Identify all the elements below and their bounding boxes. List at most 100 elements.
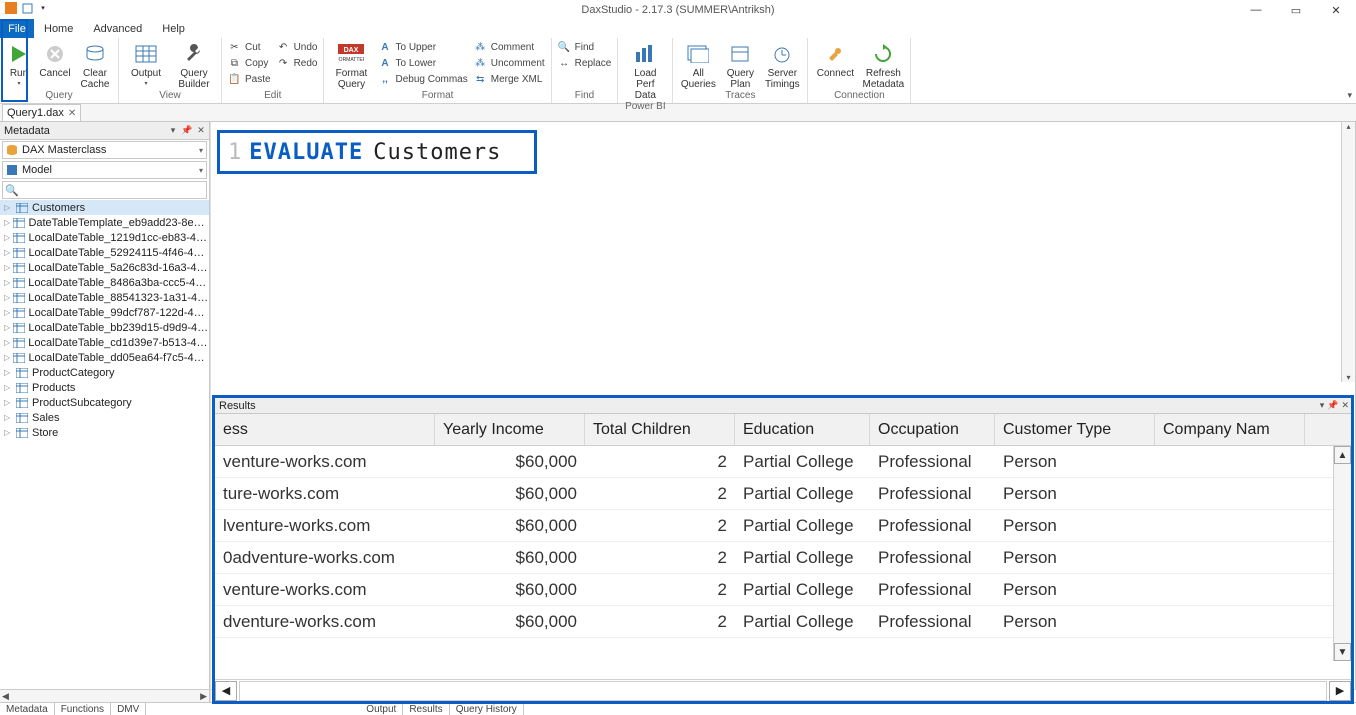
undo-button[interactable]: ↶Undo — [277, 41, 318, 54]
scroll-up-button[interactable]: ▲ — [1334, 446, 1351, 464]
table-node[interactable]: ▷Products — [0, 380, 209, 395]
editor-vscroll[interactable]: ▴ ▾ — [1341, 122, 1355, 382]
table-row[interactable]: ture-works.com$60,0002Partial CollegePro… — [215, 478, 1351, 510]
table-node[interactable]: ▷Sales — [0, 410, 209, 425]
scroll-down-icon[interactable]: ▾ — [1346, 373, 1350, 382]
tab-output[interactable]: Output — [360, 703, 403, 715]
column-header[interactable]: Company Nam — [1155, 414, 1305, 445]
expander-icon[interactable]: ▷ — [4, 428, 12, 437]
expander-icon[interactable]: ▷ — [4, 263, 10, 272]
uncomment-button[interactable]: ⁂Uncomment — [474, 57, 545, 70]
tab-advanced[interactable]: Advanced — [83, 19, 152, 38]
column-header[interactable]: Total Children — [585, 414, 735, 445]
qat-save-icon[interactable] — [20, 1, 34, 15]
close-tab-icon[interactable]: ✕ — [68, 108, 76, 119]
tab-query-history[interactable]: Query History — [450, 703, 524, 715]
expander-icon[interactable]: ▷ — [4, 353, 10, 362]
close-button[interactable]: ✕ — [1316, 1, 1356, 19]
table-node[interactable]: ▷Store — [0, 425, 209, 440]
expander-icon[interactable]: ▷ — [4, 278, 10, 287]
expander-icon[interactable]: ▷ — [4, 368, 12, 377]
panel-pin-icon[interactable]: 📌 — [1327, 400, 1338, 411]
replace-button[interactable]: ↔Replace — [558, 57, 612, 70]
query-plan-button[interactable]: Query Plan — [723, 41, 757, 90]
table-row[interactable]: dventure-works.com$60,0002Partial Colleg… — [215, 606, 1351, 638]
expander-icon[interactable]: ▷ — [4, 308, 10, 317]
maximize-button[interactable]: ▭ — [1276, 1, 1316, 19]
table-node[interactable]: ▷ProductCategory — [0, 365, 209, 380]
column-header[interactable]: Customer Type — [995, 414, 1155, 445]
merge-xml-button[interactable]: ⇆Merge XML — [474, 73, 545, 86]
column-header[interactable]: Education — [735, 414, 870, 445]
database-combo[interactable]: DAX Masterclass ▾ — [2, 141, 207, 159]
table-node[interactable]: ▷LocalDateTable_8486a3ba-ccc5-49ab-9760-… — [0, 275, 209, 290]
panel-close-icon[interactable]: ✕ — [195, 125, 207, 136]
scroll-left-icon[interactable]: ◀ — [2, 691, 9, 702]
connect-button[interactable]: Connect — [814, 41, 856, 79]
expander-icon[interactable]: ▷ — [4, 203, 12, 212]
metadata-tree[interactable]: ▷Customers▷DateTableTemplate_eb9add23-8e… — [0, 200, 209, 689]
table-node[interactable]: ▷LocalDateTable_bb239d15-d9d9-4f79-bc33-… — [0, 320, 209, 335]
minimize-button[interactable]: — — [1236, 1, 1276, 19]
table-node[interactable]: ▷Customers — [0, 200, 209, 215]
tab-help[interactable]: Help — [152, 19, 195, 38]
document-tab-query1[interactable]: Query1.dax ✕ — [2, 104, 81, 121]
server-timings-button[interactable]: Server Timings — [763, 41, 801, 90]
grid-hscroll[interactable]: ◀ ▶ — [215, 679, 1351, 701]
cut-button[interactable]: ✂Cut — [228, 41, 271, 54]
table-node[interactable]: ▷LocalDateTable_5a26c83d-16a3-4a02-9472-… — [0, 260, 209, 275]
clear-cache-button[interactable]: Clear Cache — [78, 41, 112, 90]
column-header[interactable]: Yearly Income — [435, 414, 585, 445]
expander-icon[interactable]: ▷ — [4, 383, 12, 392]
comment-button[interactable]: ⁂Comment — [474, 41, 545, 54]
cancel-button[interactable]: Cancel — [38, 41, 72, 79]
table-node[interactable]: ▷ProductSubcategory — [0, 395, 209, 410]
copy-button[interactable]: ⧉Copy — [228, 57, 271, 70]
tab-home[interactable]: Home — [34, 19, 83, 38]
table-node[interactable]: ▷DateTableTemplate_eb9add23-8e7e-45dd-a4… — [0, 215, 209, 230]
find-button[interactable]: 🔍Find — [558, 41, 612, 54]
model-combo[interactable]: Model ▾ — [2, 161, 207, 179]
tab-results[interactable]: Results — [403, 703, 449, 715]
output-button[interactable]: Output ▾ — [125, 41, 167, 87]
expander-icon[interactable]: ▷ — [4, 413, 12, 422]
expander-icon[interactable]: ▷ — [4, 233, 10, 242]
format-query-button[interactable]: DAXFORMATTER Format Query — [330, 41, 372, 90]
hscroll-track[interactable] — [239, 681, 1327, 701]
paste-button[interactable]: 📋Paste — [228, 73, 271, 86]
to-upper-button[interactable]: ATo Upper — [378, 41, 467, 54]
column-header[interactable]: Occupation — [870, 414, 995, 445]
table-node[interactable]: ▷LocalDateTable_dd05ea64-f7c5-47b5-b1f3-… — [0, 350, 209, 365]
table-node[interactable]: ▷LocalDateTable_99dcf787-122d-42ac-b8f6-… — [0, 305, 209, 320]
metadata-hscroll[interactable]: ◀ ▶ — [0, 689, 209, 703]
tab-metadata[interactable]: Metadata — [0, 703, 55, 715]
expander-icon[interactable]: ▷ — [4, 218, 10, 227]
table-node[interactable]: ▷LocalDateTable_52924115-4f46-4235-af02-… — [0, 245, 209, 260]
metadata-search[interactable]: 🔍 — [2, 181, 207, 199]
tab-dmv[interactable]: DMV — [111, 703, 146, 715]
panel-dropdown-icon[interactable]: ▾ — [1320, 400, 1325, 411]
column-header[interactable]: ess — [215, 414, 435, 445]
expander-icon[interactable]: ▷ — [4, 248, 10, 257]
debug-commas-button[interactable]: ,,Debug Commas — [378, 73, 467, 86]
scroll-right-icon[interactable]: ▶ — [200, 691, 207, 702]
scroll-right-button[interactable]: ▶ — [1329, 681, 1351, 701]
panel-dropdown-icon[interactable]: ▾ — [167, 125, 179, 136]
table-row[interactable]: 0adventure-works.com$60,0002Partial Coll… — [215, 542, 1351, 574]
scroll-down-button[interactable]: ▼ — [1334, 643, 1351, 661]
to-lower-button[interactable]: ATo Lower — [378, 57, 467, 70]
results-grid[interactable]: essYearly IncomeTotal ChildrenEducationO… — [215, 414, 1351, 679]
ribbon-collapse-icon[interactable]: ▾ — [1347, 90, 1352, 101]
grid-vscroll[interactable]: ▲ ▼ — [1333, 446, 1351, 661]
expander-icon[interactable]: ▷ — [4, 338, 10, 347]
tab-functions[interactable]: Functions — [55, 703, 111, 715]
table-node[interactable]: ▷LocalDateTable_cd1d39e7-b513-4c5a-8b3c-… — [0, 335, 209, 350]
table-row[interactable]: lventure-works.com$60,0002Partial Colleg… — [215, 510, 1351, 542]
scroll-left-button[interactable]: ◀ — [215, 681, 237, 701]
table-row[interactable]: venture-works.com$60,0002Partial College… — [215, 574, 1351, 606]
redo-button[interactable]: ↷Redo — [277, 57, 318, 70]
qat-dropdown-icon[interactable]: ▾ — [36, 1, 50, 15]
refresh-metadata-button[interactable]: Refresh Metadata — [862, 41, 904, 90]
panel-pin-icon[interactable]: 📌 — [181, 125, 193, 136]
table-node[interactable]: ▷LocalDateTable_88541323-1a31-4ca1-8b86-… — [0, 290, 209, 305]
